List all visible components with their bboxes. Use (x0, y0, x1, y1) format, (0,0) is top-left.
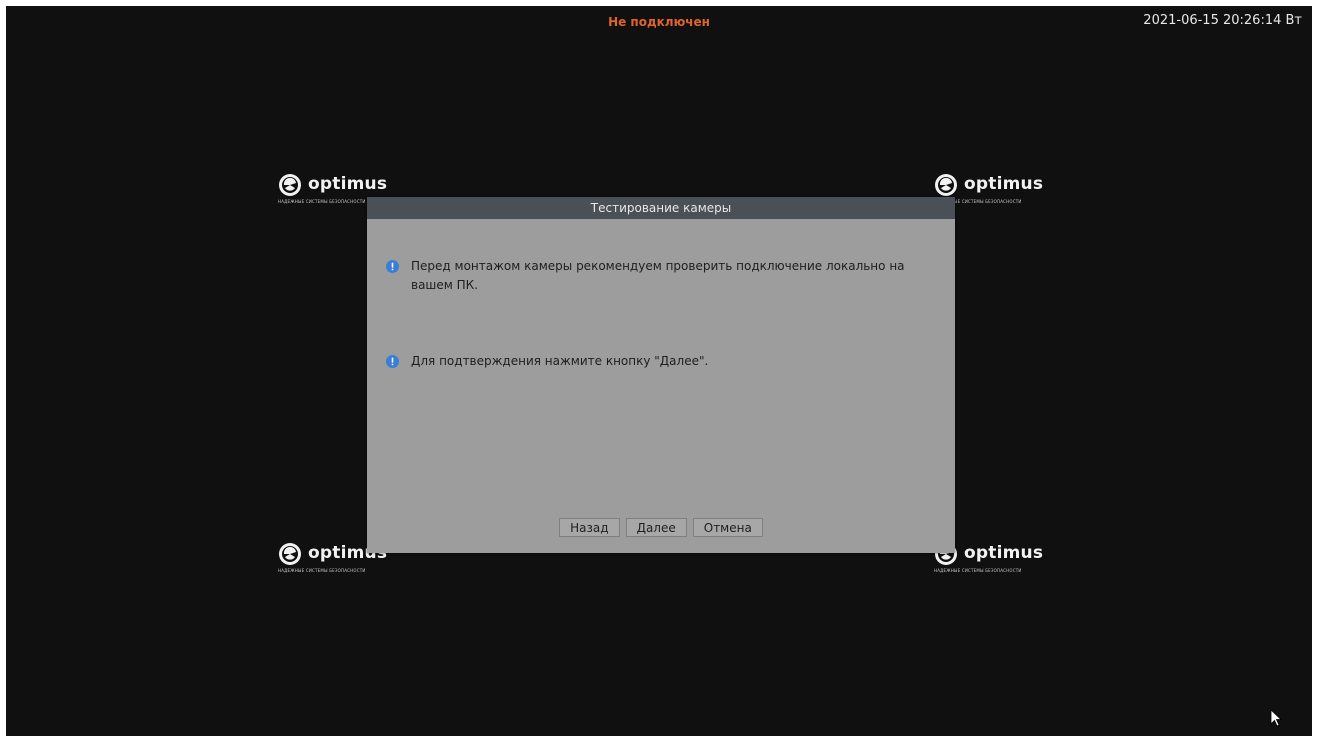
message-text: Перед монтажом камеры рекомендуем провер… (411, 259, 905, 292)
back-button[interactable]: Назад (559, 518, 620, 537)
mouse-cursor-icon (1270, 709, 1282, 727)
cancel-button[interactable]: Отмена (692, 518, 763, 537)
screen: Не подключен 2021-06-15 20:26:14 Вт opti… (6, 6, 1312, 736)
logo-tagline: НАДЕЖНЫЕ СИСТЕМЫ БЕЗОПАСНОСТИ (934, 568, 1022, 573)
dialog-buttons: Назад Далее Отмена (367, 518, 955, 537)
optimus-logo: optimus НАДЕЖНЫЕ СИСТЕМЫ БЕЗОПАСНОСТИ (934, 173, 1084, 204)
datetime: 2021-06-15 20:26:14 Вт (1143, 13, 1302, 28)
dialog-message: Для подтверждения нажмите кнопку "Далее"… (386, 352, 915, 371)
info-icon (386, 355, 399, 368)
info-icon (386, 260, 399, 273)
logo-tagline: НАДЕЖНЫЕ СИСТЕМЫ БЕЗОПАСНОСТИ (278, 199, 366, 204)
next-button[interactable]: Далее (625, 518, 687, 537)
message-text: Для подтверждения нажмите кнопку "Далее"… (411, 354, 709, 368)
logo-brand: optimus (308, 174, 388, 194)
dialog-message: Перед монтажом камеры рекомендуем провер… (386, 257, 915, 295)
optimus-logo: optimus НАДЕЖНЫЕ СИСТЕМЫ БЕЗОПАСНОСТИ (934, 542, 1084, 573)
optimus-logo-icon (279, 543, 301, 565)
logo-brand: optimus (964, 543, 1044, 563)
logo-tagline: НАДЕЖНЫЕ СИСТЕМЫ БЕЗОПАСНОСТИ (278, 568, 366, 573)
logo-brand: optimus (964, 174, 1044, 194)
dialog-title: Тестирование камеры (367, 197, 955, 219)
camera-test-dialog: Тестирование камеры Перед монтажом камер… (367, 197, 955, 553)
optimus-logo-icon (935, 174, 957, 196)
connection-status: Не подключен (608, 15, 710, 29)
optimus-logo-icon (279, 174, 301, 196)
